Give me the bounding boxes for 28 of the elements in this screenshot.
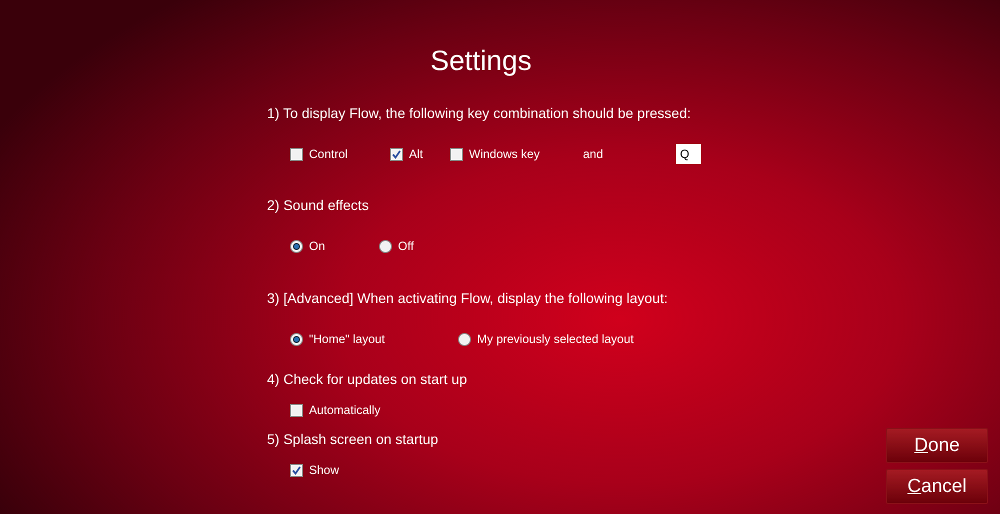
dialog-button[interactable]: Done xyxy=(886,428,988,463)
key-field[interactable]: Q xyxy=(676,144,701,164)
option-label: Control xyxy=(309,146,348,163)
joiner-text: and xyxy=(583,146,604,163)
option-label: Show xyxy=(309,462,340,479)
checkbox[interactable] xyxy=(290,464,303,476)
dialog-button[interactable]: Cancel xyxy=(886,469,988,504)
option-label: On xyxy=(309,238,326,255)
radio-button[interactable] xyxy=(290,240,303,252)
radio-button[interactable] xyxy=(290,332,303,346)
checkbox[interactable] xyxy=(450,148,463,160)
section-heading: 3) [Advanced] When activating Flow, display the following layout: xyxy=(267,289,669,307)
section-heading: 2) Sound effects xyxy=(267,196,370,214)
section-heading: 5) Splash screen on startup xyxy=(267,430,440,448)
radio-button[interactable] xyxy=(379,240,392,252)
page-title: Settings xyxy=(429,44,533,78)
section-heading: 4) Check for updates on start up xyxy=(267,370,468,388)
option-label: Windows key xyxy=(469,146,540,163)
option-label: My previously selected layout xyxy=(477,331,634,348)
section-heading: 1) To display Flow, the following key combination should be pressed: xyxy=(267,104,692,122)
checkbox[interactable] xyxy=(290,404,303,416)
option-label: Off xyxy=(398,238,414,255)
option-label: "Home" layout xyxy=(309,331,385,348)
checkbox[interactable] xyxy=(390,148,403,160)
radio-button[interactable] xyxy=(458,332,471,346)
option-label: Automatically xyxy=(309,402,380,419)
checkbox[interactable] xyxy=(290,148,303,160)
option-label: Alt xyxy=(409,146,424,163)
